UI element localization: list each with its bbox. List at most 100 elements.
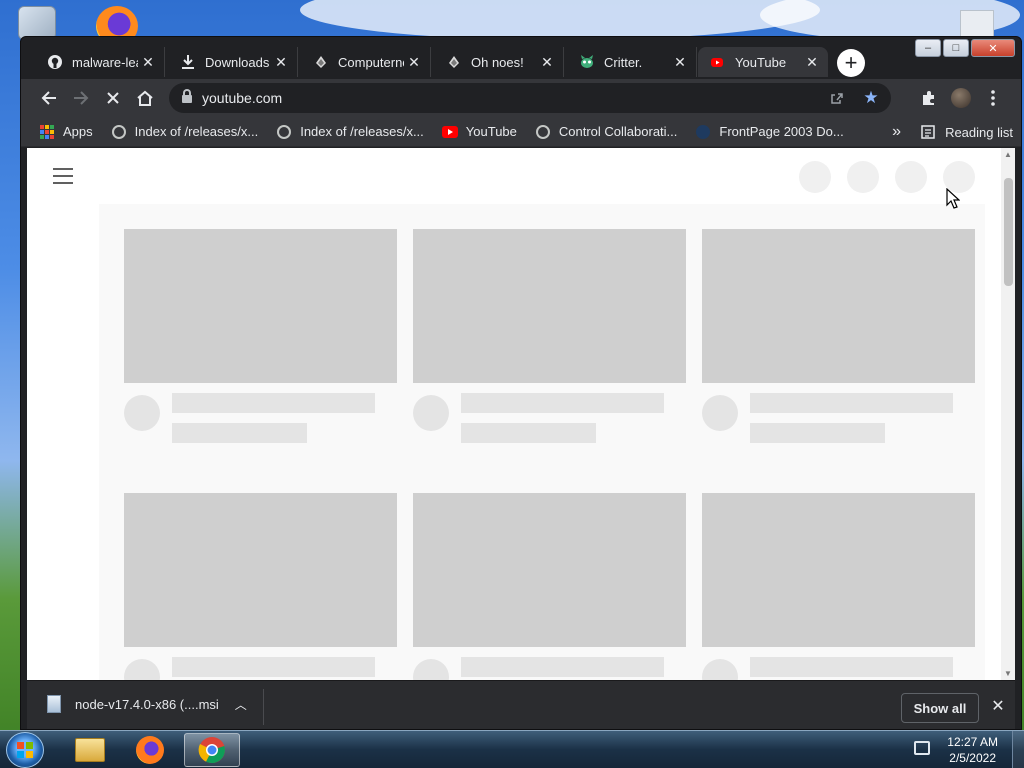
globe-icon [276, 124, 292, 140]
menu-button[interactable] [979, 84, 1007, 112]
download-bar-close-icon[interactable]: ✕ [987, 695, 1009, 717]
bookmark-label: Index of /releases/x... [134, 124, 259, 139]
bookmark-frontpage-2003[interactable]: FrontPage 2003 Do... [695, 124, 844, 140]
avatar-icon [951, 88, 971, 108]
channel-avatar-placeholder [124, 395, 160, 431]
home-button[interactable] [131, 84, 159, 112]
tab-title: Oh noes! [471, 54, 524, 70]
taskbar-chrome[interactable] [184, 733, 240, 767]
download-filename: node-v17.4.0-x86 (....msi [75, 696, 219, 712]
tab-close-icon[interactable]: ✕ [271, 52, 291, 72]
show-desktop-button[interactable] [1012, 731, 1024, 768]
globe-icon [111, 124, 127, 140]
bookmark-index-releases-1[interactable]: Index of /releases/x... [111, 124, 259, 140]
taskbar-firefox[interactable] [122, 733, 178, 767]
network-tray-icon[interactable] [914, 741, 930, 755]
address-text[interactable]: youtube.com [202, 90, 282, 106]
youtube-icon [710, 54, 726, 70]
bookmark-label: Control Collaborati... [558, 124, 678, 139]
tab-computernewb[interactable]: Computernewb ✕ [301, 47, 431, 77]
title-line-placeholder [461, 393, 664, 413]
minimize-button[interactable]: – [915, 39, 941, 57]
title-line-placeholder [750, 393, 953, 413]
video-thumbnail-placeholder [702, 493, 975, 647]
download-item[interactable]: node-v17.4.0-x86 (....msi ︿ [47, 695, 247, 713]
tab-youtube[interactable]: YouTube ✕ [698, 47, 828, 77]
title-line-placeholder [172, 393, 375, 413]
title-line-placeholder [172, 657, 375, 677]
bookmark-index-releases-2[interactable]: Index of /releases/x... [276, 124, 424, 140]
video-thumbnail-placeholder [702, 229, 975, 383]
forward-arrow-icon [74, 91, 89, 105]
lock-icon[interactable] [182, 89, 192, 104]
chevron-up-icon[interactable]: ︿ [235, 696, 247, 713]
bookmark-control-collaboration[interactable]: Control Collaborati... [535, 124, 678, 140]
reading-list-button[interactable]: Reading list [921, 125, 1013, 140]
maximize-button[interactable]: □ [943, 39, 969, 57]
tab-close-icon[interactable]: ✕ [138, 52, 158, 72]
tab-malware-leak[interactable]: malware-leak ✕ [35, 47, 165, 77]
scrollbar-thumb[interactable] [1004, 178, 1013, 286]
windows-logo-icon [17, 742, 33, 758]
taskbar-explorer[interactable] [62, 733, 118, 767]
tab-title: Computernewb [338, 54, 404, 70]
reading-list-label: Reading list [945, 124, 1013, 140]
tab-oh-noes[interactable]: Oh noes! ✕ [434, 47, 564, 77]
system-clock[interactable]: 12:27 AM 2/5/2022 [947, 734, 998, 766]
back-button[interactable] [35, 84, 63, 112]
window-controls: – □ ✕ [915, 39, 1015, 57]
bookmarks-overflow-button[interactable]: » [892, 123, 901, 141]
clock-time: 12:27 AM [947, 735, 998, 749]
tab-close-icon[interactable]: ✕ [802, 52, 822, 72]
forward-button[interactable] [67, 84, 95, 112]
hamburger-menu-icon[interactable] [53, 168, 73, 184]
download-bar: node-v17.4.0-x86 (....msi ︿ Show all ✕ [27, 680, 1015, 729]
scroll-down-arrow-icon[interactable]: ▼ [1004, 669, 1012, 678]
show-all-button[interactable]: Show all [901, 693, 979, 723]
back-arrow-icon [41, 91, 56, 105]
profile-avatar[interactable] [947, 84, 975, 112]
placeholder-circle [895, 161, 927, 193]
window-close-button[interactable]: ✕ [971, 39, 1015, 57]
msi-file-icon [47, 695, 61, 713]
critter-icon [579, 54, 595, 70]
bookmark-youtube[interactable]: YouTube [441, 124, 517, 140]
divider [263, 689, 264, 725]
tab-strip: malware-leak ✕ Downloads ✕ Computernewb … [21, 45, 1021, 79]
bookmarks-bar: Apps Index of /releases/x... Index of /r… [21, 117, 1021, 147]
page-scrollbar[interactable]: ▲ ▼ [1001, 148, 1015, 680]
tab-critter[interactable]: Critter. ✕ [567, 47, 697, 77]
video-thumbnail-placeholder [124, 229, 397, 383]
start-button[interactable] [6, 732, 44, 768]
tab-close-icon[interactable]: ✕ [537, 52, 557, 72]
firefox-icon [136, 736, 164, 764]
tab-close-icon[interactable]: ✕ [404, 52, 424, 72]
share-icon[interactable] [825, 86, 849, 110]
stop-loading-button[interactable] [99, 84, 127, 112]
extensions-button[interactable] [915, 84, 943, 112]
wallpaper-cloud [300, 0, 820, 40]
title-line-placeholder [750, 657, 953, 677]
video-thumbnail-placeholder [124, 493, 397, 647]
bookmark-label: FrontPage 2003 Do... [719, 124, 844, 139]
title-line-placeholder [461, 657, 664, 677]
placeholder-circle [847, 161, 879, 193]
globe-icon [535, 124, 551, 140]
scroll-up-arrow-icon[interactable]: ▲ [1004, 150, 1012, 159]
folder-icon [75, 738, 105, 762]
tab-downloads[interactable]: Downloads ✕ [168, 47, 298, 77]
tab-title: Downloads [205, 54, 270, 70]
puzzle-icon [923, 91, 934, 105]
bookmark-apps[interactable]: Apps [39, 124, 93, 140]
tab-title: malware-leak [72, 54, 138, 70]
address-bar[interactable]: youtube.com ★ [169, 83, 891, 113]
computernewb-icon [446, 54, 462, 70]
tab-close-icon[interactable]: ✕ [670, 52, 690, 72]
bookmark-star-icon[interactable]: ★ [859, 86, 883, 110]
home-icon [137, 90, 153, 106]
browser-toolbar: youtube.com ★ [21, 79, 1021, 117]
recycle-bin-icon[interactable] [18, 6, 56, 40]
new-tab-button[interactable]: + [837, 49, 865, 77]
page-content: ▲ ▼ [27, 148, 1015, 680]
clock-date: 2/5/2022 [949, 751, 996, 765]
